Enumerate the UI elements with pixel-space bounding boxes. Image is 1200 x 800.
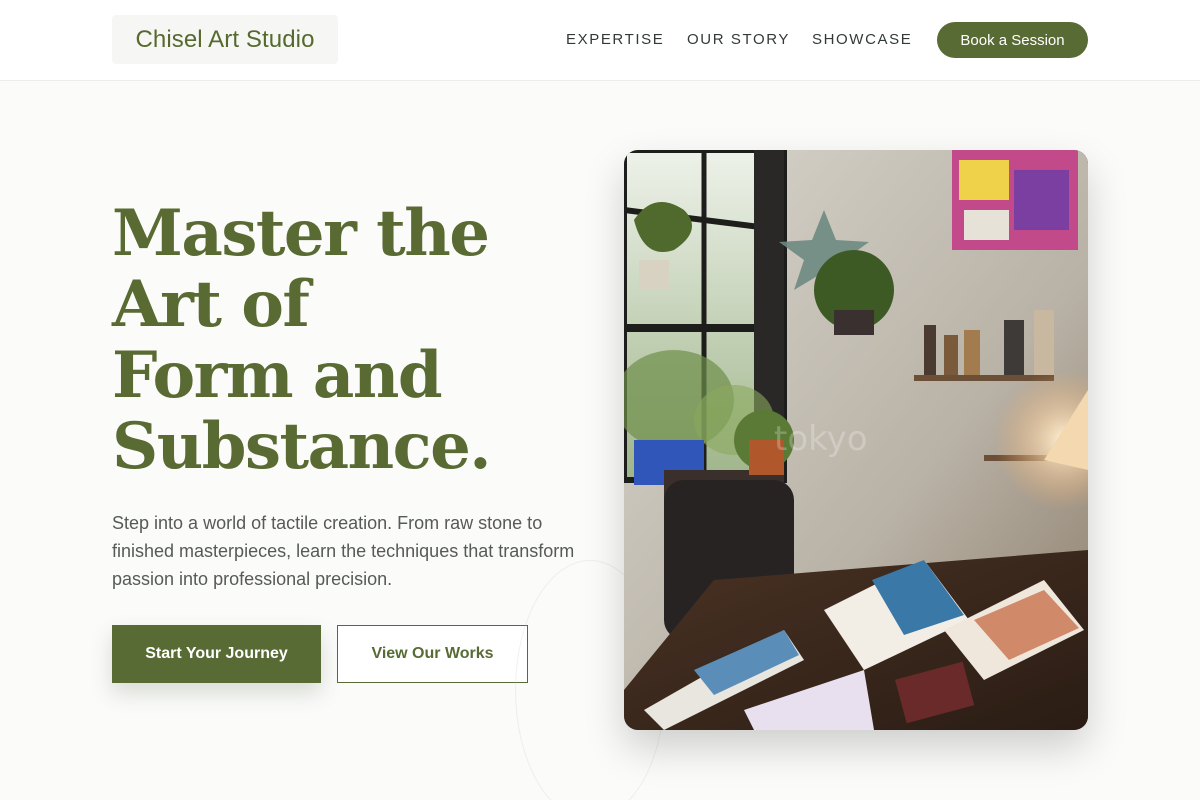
logo[interactable]: Chisel Art Studio [112,15,338,64]
hero-title-line: Substance. [112,409,492,484]
hero-title-line: Master the [112,196,490,271]
photo-watermark: tokyo [774,419,868,459]
nav-link-showcase[interactable]: SHOWCASE [812,31,912,48]
hero-title: Master the Art of Form and Substance. [112,198,572,482]
site-header: Chisel Art Studio EXPERTISE OUR STORY SH… [0,0,1200,81]
start-journey-button[interactable]: Start Your Journey [112,625,321,683]
hero-subtitle: Step into a world of tactile creation. F… [112,513,575,589]
hero-title-line: Art of [112,267,310,342]
book-session-button[interactable]: Book a Session [937,22,1088,58]
nav-link-our-story[interactable]: OUR STORY [687,31,790,48]
hero-title-line: Form and [112,338,443,413]
nav-link-expertise[interactable]: EXPERTISE [566,31,664,48]
view-works-button[interactable]: View Our Works [337,625,528,683]
studio-photo: tokyo [624,150,1088,730]
